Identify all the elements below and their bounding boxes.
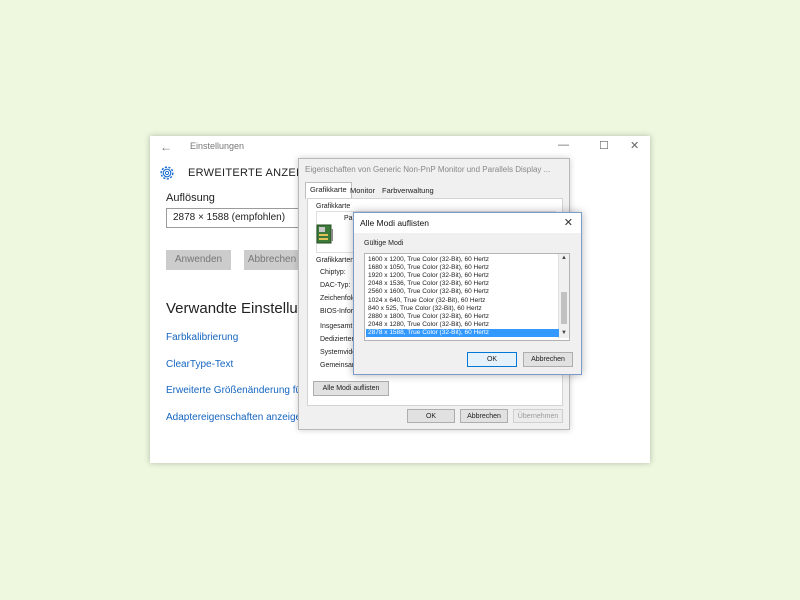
mode-list-item[interactable]: 2048 x 1536, True Color (32-Bit), 60 Her… xyxy=(366,280,559,288)
link-color-calibration[interactable]: Farbkalibrierung xyxy=(166,332,238,343)
info-label: DAC-Typ: xyxy=(320,282,351,289)
resolution-dropdown[interactable]: 2878 × 1588 (empfohlen) xyxy=(166,208,306,228)
adapter-group-label: Grafikkarte xyxy=(316,203,351,210)
scroll-down-icon[interactable]: ▼ xyxy=(559,329,569,338)
link-advanced-sizing[interactable]: Erweiterte Größenänderung fü xyxy=(166,385,301,396)
mode-list-item[interactable]: 1600 x 1200, True Color (32-Bit), 60 Her… xyxy=(366,256,559,264)
mode-list-item[interactable]: 1024 x 640, True Color (32-Bit), 60 Hert… xyxy=(366,297,559,305)
mode-list-item[interactable]: 2880 x 1800, True Color (32-Bit), 60 Her… xyxy=(366,313,559,321)
mode-list-item[interactable]: 1680 x 1050, True Color (32-Bit), 60 Her… xyxy=(366,264,559,272)
back-arrow-icon[interactable]: ← xyxy=(160,140,172,154)
modes-dialog-title: Alle Modi auflisten xyxy=(360,218,429,228)
modes-listbox[interactable]: ▲ ▼ 1600 x 1200, True Color (32-Bit), 60… xyxy=(364,253,570,341)
cancel-button[interactable]: Abbrechen xyxy=(460,409,508,423)
link-cleartype-text[interactable]: ClearType-Text xyxy=(166,359,233,370)
minimize-icon[interactable]: — xyxy=(558,139,569,151)
info-label: Systemvide xyxy=(320,349,357,356)
tab-grafikkarte[interactable]: Grafikkarte xyxy=(305,182,352,199)
tab-monitor[interactable]: Monitor xyxy=(346,184,379,198)
graphics-card-icon xyxy=(316,224,333,244)
tab-farbverwaltung[interactable]: Farbverwaltung xyxy=(378,184,438,198)
mode-list-item[interactable]: 840 x 525, True Color (32-Bit), 60 Hertz xyxy=(366,305,559,313)
close-icon[interactable]: ✕ xyxy=(630,139,639,152)
info-label: Chiptyp: xyxy=(320,269,346,276)
settings-titlebar: ← Einstellungen — ☐ ✕ xyxy=(150,136,650,158)
adapter-name: Pa xyxy=(344,215,353,222)
apply-button[interactable]: Anwenden xyxy=(166,250,231,270)
resolution-label: Auflösung xyxy=(166,192,215,204)
modes-dialog-titlebar: Alle Modi auflisten ✕ xyxy=(354,213,581,233)
related-settings-heading: Verwandte Einstellu xyxy=(166,300,298,317)
mode-list-item[interactable]: 2560 x 1600, True Color (32-Bit), 60 Her… xyxy=(366,288,559,296)
ok-button[interactable]: OK xyxy=(407,409,455,423)
adapter-info-group-label: Grafikkarteni xyxy=(316,257,356,264)
scroll-up-icon[interactable]: ▲ xyxy=(559,254,569,263)
list-all-modes-dialog: Alle Modi auflisten ✕ Gültige Modi ▲ ▼ 1… xyxy=(353,212,582,375)
info-label: Dedizierter xyxy=(320,336,354,343)
mode-list-item[interactable]: 2048 x 1280, True Color (32-Bit), 60 Her… xyxy=(366,321,559,329)
ok-button[interactable]: OK xyxy=(467,352,517,367)
info-label: Zeichenfolg xyxy=(320,295,357,302)
link-adapter-properties[interactable]: Adaptereigenschaften anzeige xyxy=(166,412,301,423)
properties-dialog-title: Eigenschaften von Generic Non-PnP Monito… xyxy=(305,165,551,174)
close-icon[interactable]: ✕ xyxy=(564,216,573,229)
maximize-icon[interactable]: ☐ xyxy=(599,139,609,152)
listbox-scrollbar[interactable]: ▲ ▼ xyxy=(558,254,569,338)
list-all-modes-button[interactable]: Alle Modi auflisten xyxy=(313,381,389,396)
gear-icon xyxy=(160,166,174,180)
mode-list-item[interactable]: 2878 x 1588, True Color (32-Bit), 60 Her… xyxy=(366,328,559,337)
apply-button[interactable]: Übernehmen xyxy=(513,409,563,423)
scrollbar-thumb[interactable] xyxy=(561,292,567,324)
cancel-button[interactable]: Abbrechen xyxy=(523,352,573,367)
cancel-button[interactable]: Abbrechen xyxy=(244,250,300,270)
valid-modes-label: Gültige Modi xyxy=(364,240,404,247)
mode-list-item[interactable]: 1920 x 1200, True Color (32-Bit), 60 Her… xyxy=(366,272,559,280)
settings-window-title: Einstellungen xyxy=(190,141,245,151)
